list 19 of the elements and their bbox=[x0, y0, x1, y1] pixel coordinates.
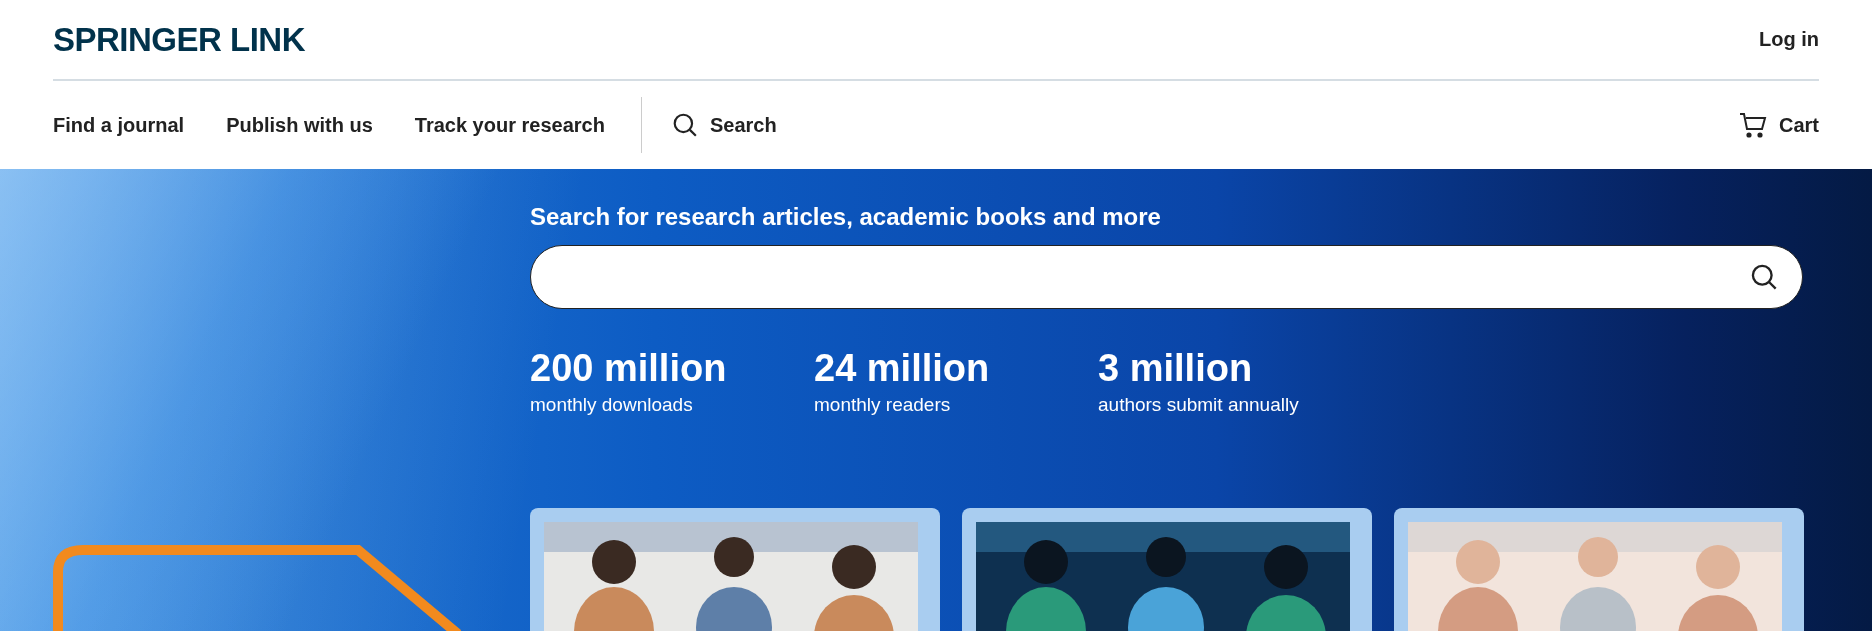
nav-link[interactable]: Track your research bbox=[414, 113, 605, 137]
login-link[interactable]: Log in bbox=[1759, 28, 1819, 51]
cart-link[interactable]: Cart bbox=[1739, 112, 1819, 138]
stat-value: 200 million bbox=[530, 347, 728, 390]
search-link[interactable]: Search bbox=[671, 112, 777, 138]
nav-link[interactable]: Find a journal bbox=[53, 113, 185, 137]
stat-caption: monthly downloads bbox=[530, 394, 694, 416]
site-logo[interactable]: SPRINGER LINK bbox=[53, 20, 306, 59]
nav-link[interactable]: Publish with us bbox=[226, 113, 373, 137]
stat-caption: monthly readers bbox=[814, 394, 952, 416]
cart-icon bbox=[1739, 112, 1767, 138]
stat-value: 24 million bbox=[814, 347, 991, 390]
stat-caption: authors submit annually bbox=[1098, 394, 1300, 416]
feature-card[interactable] bbox=[962, 508, 1372, 631]
search-icon bbox=[1750, 263, 1778, 291]
search-label: Search for research articles, academic books and more bbox=[530, 203, 1162, 231]
stat-value: 3 million bbox=[1098, 347, 1254, 390]
search-icon bbox=[671, 112, 698, 138]
feature-card[interactable] bbox=[530, 508, 940, 631]
